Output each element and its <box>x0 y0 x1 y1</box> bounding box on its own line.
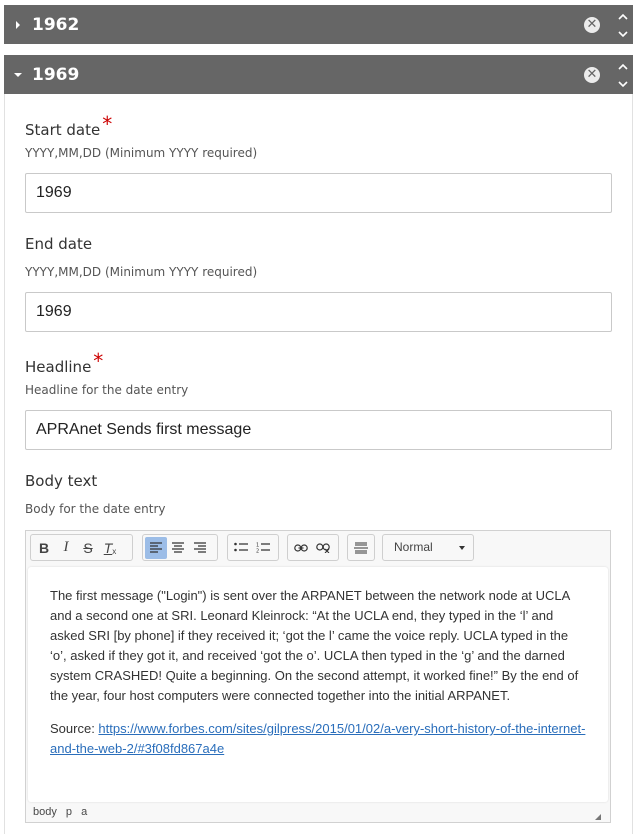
body-paragraph: The first message ("Login") is sent over… <box>50 588 579 703</box>
required-mark: * <box>102 112 113 136</box>
end-date-label: End date <box>25 235 93 253</box>
italic-button[interactable]: I <box>55 537 77 559</box>
unlink-icon[interactable] <box>312 537 334 559</box>
align-right-icon[interactable] <box>189 537 211 559</box>
format-dropdown[interactable]: Normal <box>382 534 474 561</box>
alignment-group <box>142 534 218 561</box>
entry-year: 1969 <box>32 64 80 85</box>
headline-hint: Headline for the date entry <box>25 383 189 397</box>
svg-text:2: 2 <box>256 549 259 554</box>
reorder-controls <box>612 55 633 94</box>
element-path-bar: body p a <box>26 802 610 822</box>
caret-down-icon[interactable] <box>4 71 32 79</box>
align-left-icon[interactable] <box>145 536 167 559</box>
end-date-input[interactable]: 1969 <box>25 292 612 332</box>
rich-text-editor: B I S Tx 12 Normal The first message ("L… <box>25 530 611 823</box>
start-date-label: Start date * <box>25 112 113 139</box>
end-date-hint: YYYY,MM,DD (Minimum YYYY required) <box>25 265 258 279</box>
resize-handle-icon[interactable] <box>595 814 601 820</box>
remove-entry-icon[interactable]: ✕ <box>584 67 600 83</box>
source-label: Source: <box>50 721 99 736</box>
strikethrough-button[interactable]: S <box>77 537 99 559</box>
remove-entry-icon[interactable]: ✕ <box>584 17 600 33</box>
move-down-icon[interactable] <box>612 26 633 43</box>
element-path-p[interactable]: p <box>66 806 72 818</box>
horizontal-rule-icon[interactable] <box>350 537 372 559</box>
headline-input[interactable]: APRAnet Sends first message <box>25 410 612 450</box>
align-center-icon[interactable] <box>167 537 189 559</box>
body-text-label: Body text <box>25 472 98 490</box>
headline-label: Headline * <box>25 349 104 376</box>
element-path-a[interactable]: a <box>81 806 87 818</box>
format-dropdown-value: Normal <box>394 540 433 554</box>
entry-header-1969[interactable]: 1969 ✕ <box>4 55 633 94</box>
editor-toolbar: B I S Tx 12 Normal <box>26 531 610 567</box>
start-date-input[interactable]: 1969 <box>25 173 612 213</box>
source-paragraph: Source: https://www.forbes.com/sites/gil… <box>50 719 586 759</box>
bulleted-list-icon[interactable] <box>230 537 252 559</box>
move-up-icon[interactable] <box>612 8 633 25</box>
move-down-icon[interactable] <box>612 76 633 93</box>
move-up-icon[interactable] <box>612 58 633 75</box>
chevron-down-icon <box>459 546 465 550</box>
entry-year: 1962 <box>32 14 80 35</box>
source-link[interactable]: https://www.forbes.com/sites/gilpress/20… <box>50 721 585 756</box>
basic-styles-group: B I S Tx <box>30 534 133 561</box>
element-path-body[interactable]: body <box>33 806 57 818</box>
entry-header-1962[interactable]: 1962 ✕ <box>4 5 633 44</box>
caret-right-icon[interactable] <box>4 20 32 30</box>
reorder-controls <box>612 5 633 44</box>
editor-content-area[interactable]: The first message ("Login") is sent over… <box>28 567 608 802</box>
link-group <box>287 534 339 561</box>
body-text-hint: Body for the date entry <box>25 502 166 516</box>
bold-button[interactable]: B <box>33 537 55 559</box>
clear-format-button[interactable]: Tx <box>99 537 121 559</box>
numbered-list-icon[interactable]: 12 <box>252 537 274 559</box>
list-group: 12 <box>227 534 279 561</box>
required-mark: * <box>93 349 104 373</box>
start-date-hint: YYYY,MM,DD (Minimum YYYY required) <box>25 146 258 160</box>
link-icon[interactable] <box>290 537 312 559</box>
horizontal-rule-group <box>347 534 375 561</box>
